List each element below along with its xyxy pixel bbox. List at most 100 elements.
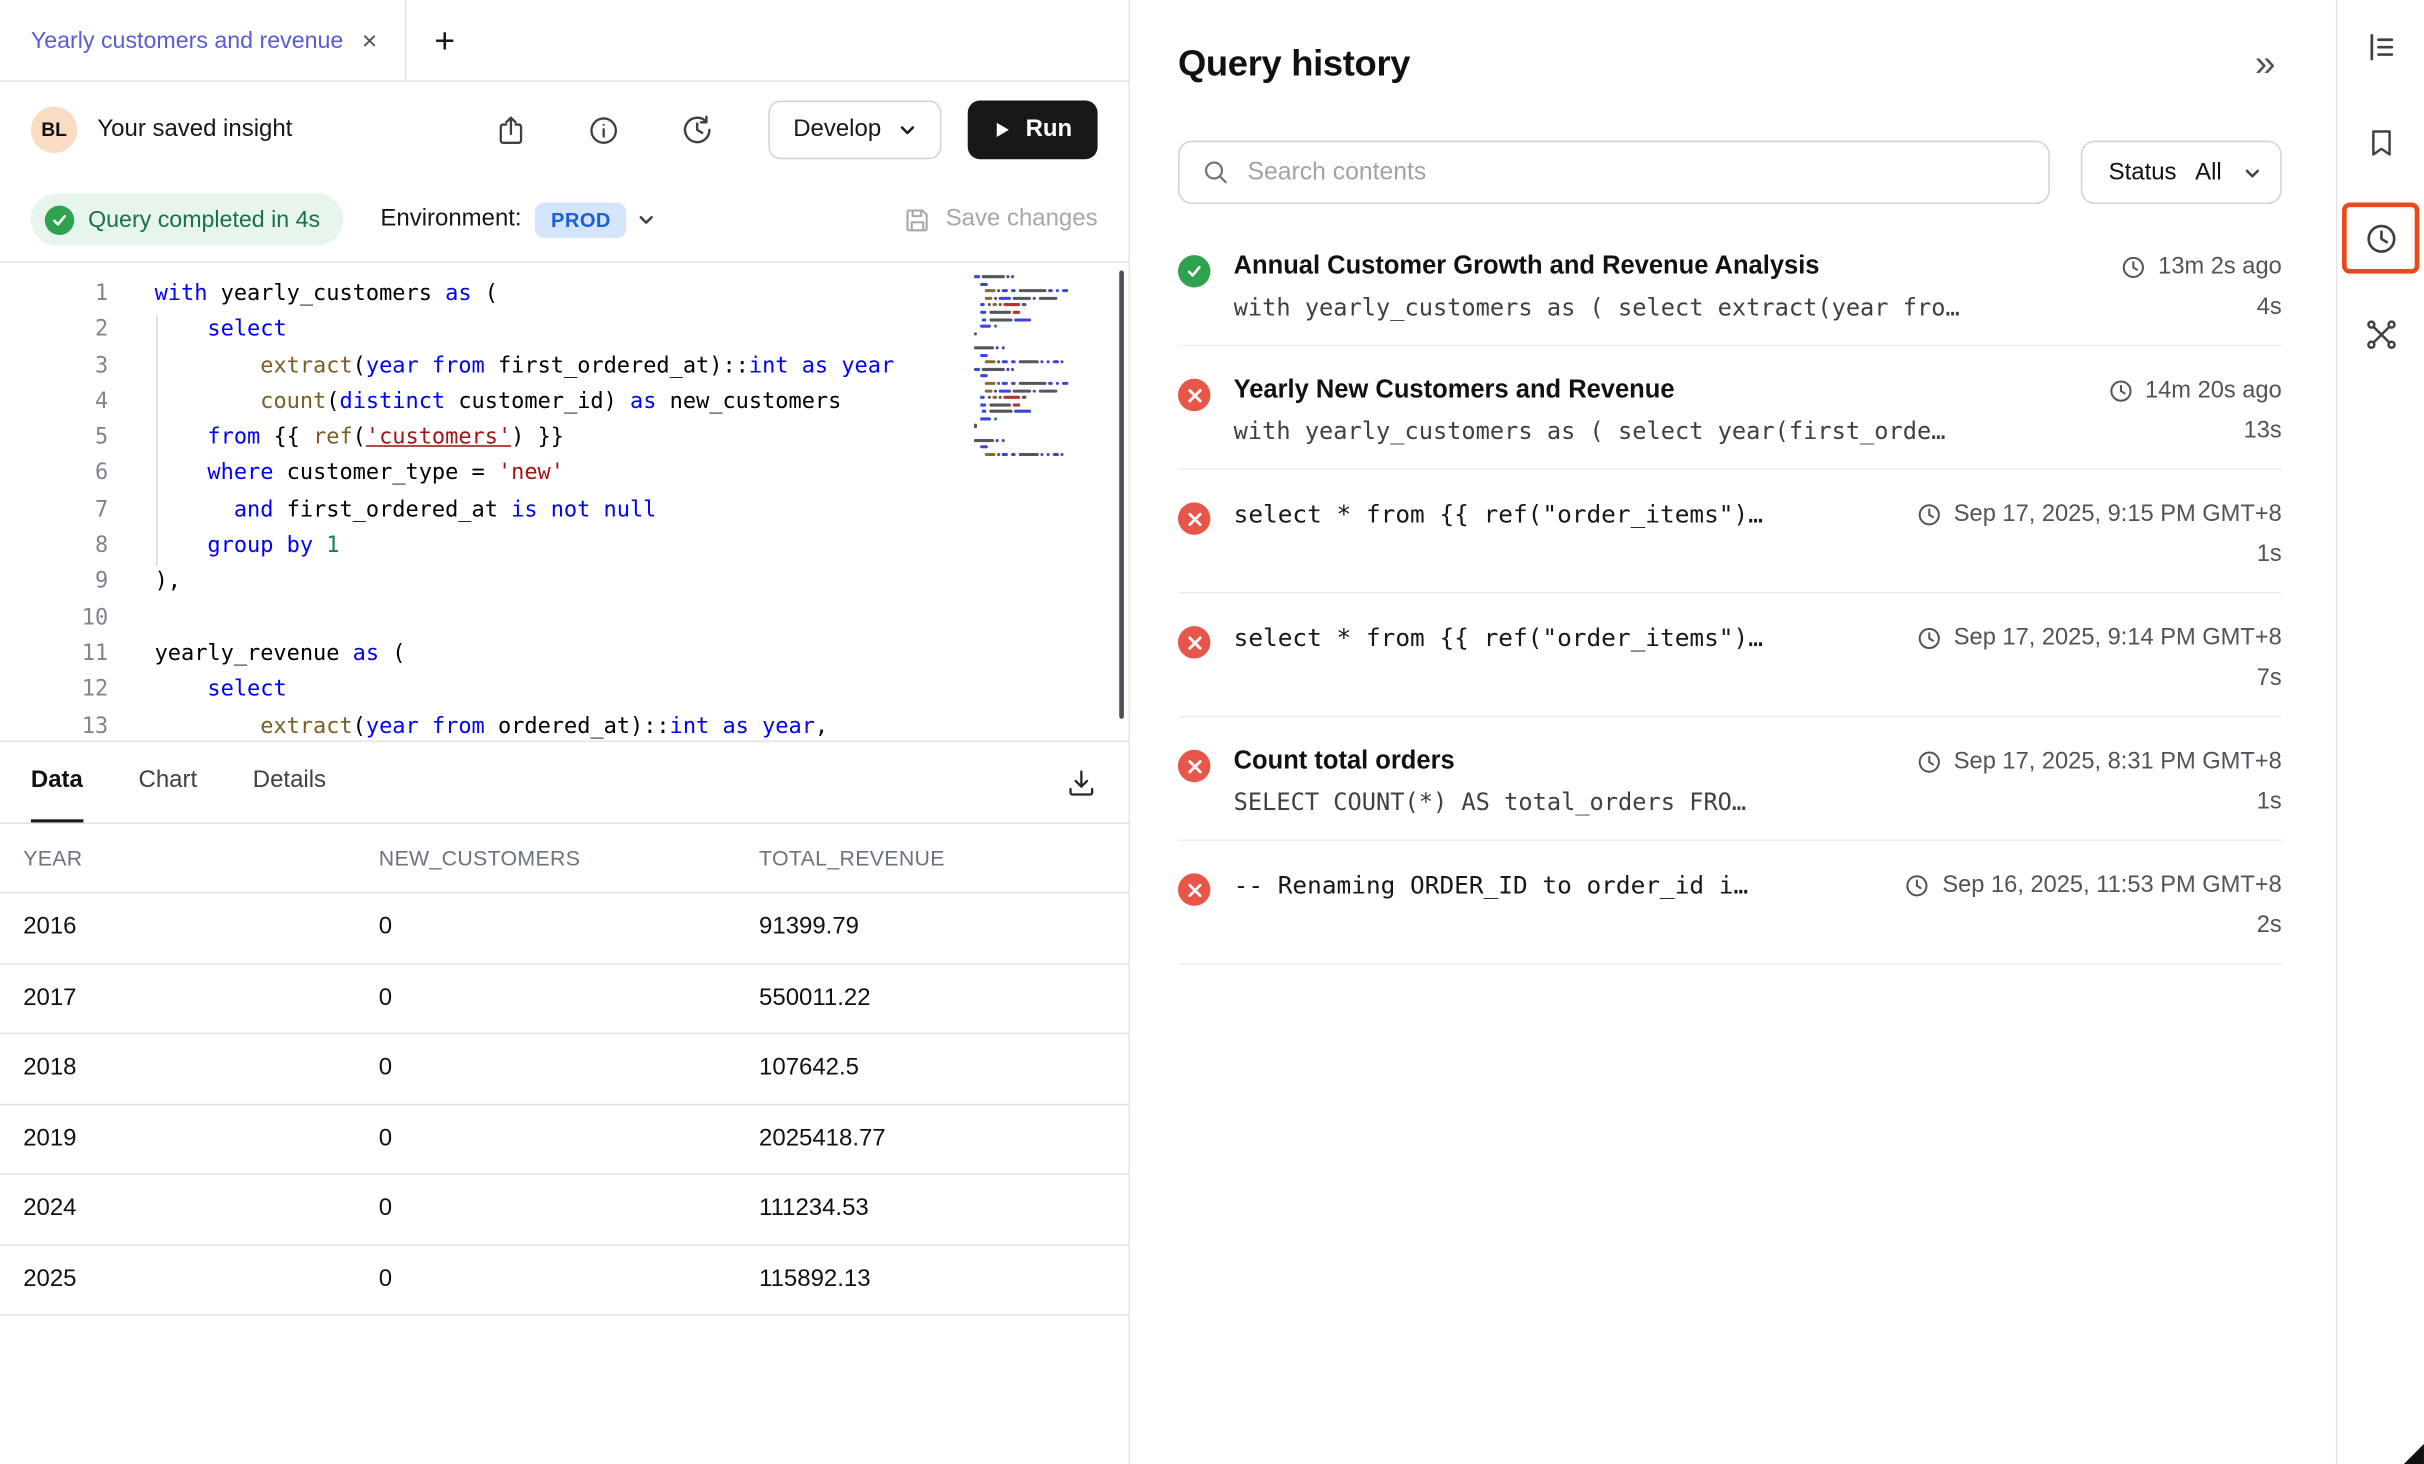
status-bar: Query completed in 4s Environment: PROD … — [0, 178, 1129, 263]
editor-minimap[interactable] — [974, 275, 1101, 460]
history-item-duration: 7s — [1917, 665, 2282, 693]
table-cell: 2019 — [0, 1125, 379, 1153]
table-cell: 2025 — [0, 1266, 379, 1294]
table-cell: 0 — [379, 1195, 759, 1223]
tab-data[interactable]: Data — [31, 742, 83, 822]
develop-dropdown[interactable]: Develop — [769, 100, 942, 159]
status-error-icon — [1178, 379, 1210, 411]
status-error-icon — [1178, 873, 1210, 905]
panel-title: Query history — [1178, 43, 1410, 85]
history-item[interactable]: Count total ordersSep 17, 2025, 8:31 PM … — [1178, 717, 2282, 841]
history-item-time: 14m 20s ago — [2108, 376, 2282, 405]
table-cell: 0 — [379, 984, 759, 1012]
clock-icon — [2108, 378, 2133, 403]
status-error-icon — [1178, 750, 1210, 782]
history-item[interactable]: select * from {{ ref("order_items")…Sep … — [1178, 594, 2282, 718]
environment-selector[interactable]: Environment: PROD — [380, 202, 655, 238]
column-header-new-customers: NEW_CUSTOMERS — [379, 846, 759, 869]
bookmark-icon[interactable] — [2347, 108, 2415, 176]
history-item[interactable]: -- Renaming ORDER_ID to order_id i…Sep 1… — [1178, 841, 2282, 965]
environment-badge: PROD — [536, 202, 627, 238]
query-history-icon[interactable] — [2350, 209, 2412, 268]
history-item[interactable]: Annual Customer Growth and Revenue Analy… — [1178, 223, 2282, 347]
history-item-title: select * from {{ ref("order_items")… — [1234, 623, 1917, 652]
search-icon — [1201, 158, 1230, 187]
resize-corner-handle[interactable] — [2404, 1444, 2424, 1464]
active-tool-highlight — [2342, 203, 2419, 274]
column-header-year: YEAR — [0, 846, 379, 869]
check-circle-icon — [45, 205, 74, 234]
avatar[interactable]: BL — [31, 107, 77, 153]
results-table: YEAR NEW_CUSTOMERS TOTAL_REVENUE 2016091… — [0, 824, 1129, 1316]
history-item-title: -- Renaming ORDER_ID to order_id i… — [1234, 870, 1906, 899]
history-item-duration: 4s — [2121, 294, 2282, 322]
history-item-time: Sep 17, 2025, 9:15 PM GMT+8 — [1917, 499, 2282, 528]
version-history-icon — [680, 113, 714, 147]
tab-details[interactable]: Details — [253, 742, 326, 822]
download-button[interactable] — [1065, 766, 1097, 798]
table-cell: 91399.79 — [759, 914, 1128, 942]
history-item-duration: 1s — [1917, 541, 2282, 569]
status-filter-dropdown[interactable]: Status All — [2081, 141, 2282, 204]
editor-scrollbar[interactable] — [1118, 271, 1123, 719]
history-item[interactable]: select * from {{ ref("order_items")…Sep … — [1178, 470, 2282, 594]
indent-guide — [156, 315, 158, 565]
chevron-down-icon — [898, 121, 917, 140]
table-cell: 2016 — [0, 914, 379, 942]
table-body: 2016091399.7920170550011.2220180107642.5… — [0, 894, 1129, 1316]
editor-gutter: 12345678910111213 — [0, 277, 108, 742]
query-history-panel: Query history » Status All Annual Custom… — [1130, 0, 2336, 1464]
save-changes-button[interactable]: Save changes — [902, 205, 1097, 234]
run-button[interactable]: Run — [968, 100, 1098, 159]
info-icon — [588, 114, 620, 146]
clock-icon — [1917, 502, 1942, 527]
sql-editor[interactable]: 12345678910111213 with yearly_customers … — [0, 263, 1129, 742]
history-item-title: Count total orders — [1234, 747, 1917, 776]
share-button[interactable] — [495, 114, 527, 146]
history-list: Annual Customer Growth and Revenue Analy… — [1178, 223, 2282, 965]
clock-icon — [1917, 749, 1942, 774]
clock-icon — [1917, 625, 1942, 650]
history-item[interactable]: Yearly New Customers and Revenue14m 20s … — [1178, 346, 2282, 470]
version-history-button[interactable] — [680, 113, 714, 147]
clock-icon — [1905, 873, 1930, 898]
table-row[interactable]: 20170550011.22 — [0, 964, 1129, 1034]
new-tab-button[interactable]: + — [434, 22, 455, 58]
info-button[interactable] — [588, 114, 620, 146]
table-cell: 0 — [379, 914, 759, 942]
history-item-time: Sep 17, 2025, 9:14 PM GMT+8 — [1917, 623, 2282, 652]
saved-insight-label: Your saved insight — [97, 116, 292, 144]
table-cell: 2018 — [0, 1055, 379, 1083]
table-row[interactable]: 20250115892.13 — [0, 1245, 1129, 1315]
table-header-row: YEAR NEW_CUSTOMERS TOTAL_REVENUE — [0, 824, 1129, 894]
table-cell: 2017 — [0, 984, 379, 1012]
panel-list-icon[interactable] — [2347, 12, 2415, 80]
table-cell: 111234.53 — [759, 1195, 1128, 1223]
app-window: Yearly customers and revenue × + BL Your… — [0, 0, 2424, 1464]
tab-yearly-customers-and-revenue[interactable]: Yearly customers and revenue × — [0, 0, 407, 80]
collapse-panel-icon[interactable]: » — [2249, 46, 2282, 83]
table-cell: 0 — [379, 1266, 759, 1294]
search-input[interactable] — [1248, 158, 2027, 186]
search-box[interactable] — [1178, 141, 2050, 204]
table-row[interactable]: 2016091399.79 — [0, 894, 1129, 964]
status-error-icon — [1178, 626, 1210, 658]
save-icon — [902, 205, 931, 234]
right-rail — [2336, 0, 2424, 1464]
history-item-duration: 2s — [1905, 912, 2281, 940]
table-cell: 0 — [379, 1055, 759, 1083]
download-icon — [1065, 766, 1097, 798]
close-icon[interactable]: × — [362, 27, 377, 53]
table-cell: 550011.22 — [759, 984, 1128, 1012]
column-header-total-revenue: TOTAL_REVENUE — [759, 846, 1128, 869]
table-row[interactable]: 201902025418.77 — [0, 1105, 1129, 1175]
tab-chart[interactable]: Chart — [139, 742, 198, 822]
results-tabbar: Data Chart Details — [0, 742, 1129, 824]
history-item-snippet: with yearly_customers as ( select extrac… — [1234, 294, 2121, 322]
query-status-badge: Query completed in 4s — [31, 193, 343, 246]
history-item-title: Annual Customer Growth and Revenue Analy… — [1234, 252, 2121, 281]
table-row[interactable]: 20180107642.5 — [0, 1034, 1129, 1104]
table-row[interactable]: 20240111234.53 — [0, 1175, 1129, 1245]
table-cell: 2025418.77 — [759, 1125, 1128, 1153]
lineage-icon[interactable] — [2347, 300, 2415, 368]
